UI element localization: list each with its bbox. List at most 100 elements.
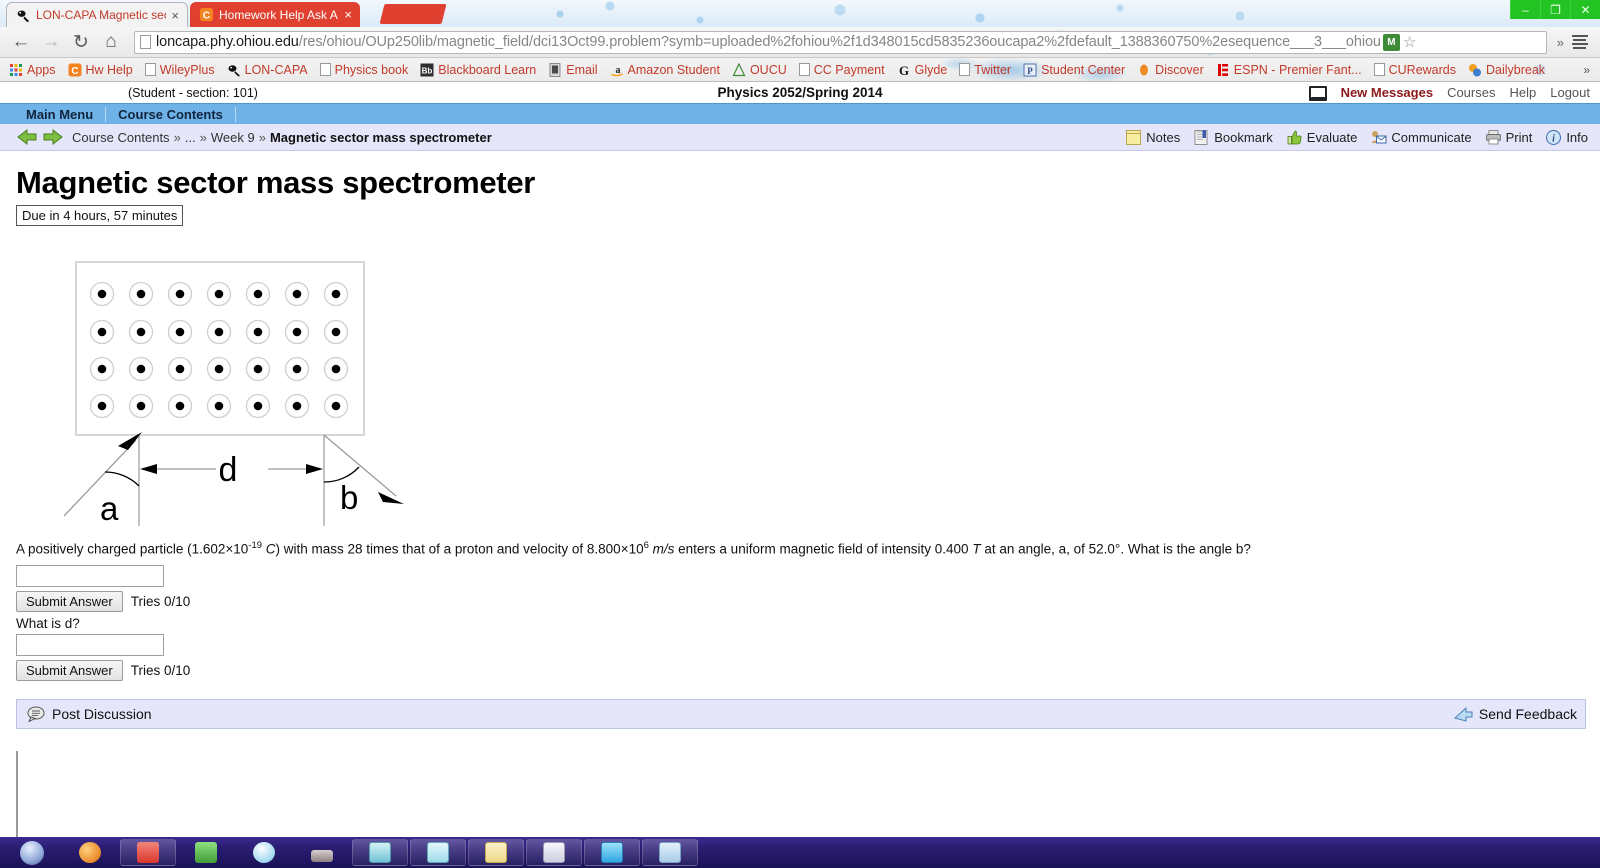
- url-text: loncapa.phy.ohiou.edu/res/ohiou/OUp250li…: [156, 34, 1381, 50]
- back-icon[interactable]: ←: [6, 28, 36, 56]
- due-date-badge: Due in 4 hours, 57 minutes: [16, 205, 184, 226]
- bookmark-label: Apps: [27, 62, 56, 77]
- browser-tab-homework-help[interactable]: C Homework Help Ask A Qu ×: [190, 2, 360, 27]
- bookmark-espn[interactable]: ESPN - Premier Fant...: [1211, 60, 1367, 80]
- tool-notes[interactable]: Notes: [1125, 129, 1180, 146]
- discussion-icon: [27, 706, 45, 723]
- browser-tab-loncapa[interactable]: LON-CAPA Magnetic sect ×: [6, 2, 188, 27]
- new-messages-link[interactable]: New Messages: [1341, 85, 1434, 100]
- taskbar-item-window-pale[interactable]: [642, 839, 698, 866]
- back-arrow-icon[interactable]: [16, 127, 38, 147]
- tool-bookmark[interactable]: Bookmark: [1193, 129, 1273, 146]
- taskbar-item-window-skyblue[interactable]: [584, 839, 640, 866]
- svg-text:C: C: [203, 10, 211, 21]
- tool-info[interactable]: i Info: [1545, 129, 1588, 146]
- bookmark-label: Email: [566, 62, 598, 77]
- bookmark-email[interactable]: Email: [543, 60, 602, 80]
- bookmark-physics-book[interactable]: Physics book: [315, 60, 414, 80]
- breadcrumb-ellipsis[interactable]: ...: [185, 130, 196, 145]
- page-icon: [798, 63, 810, 76]
- bookmark-oucu[interactable]: OUCU: [727, 60, 792, 80]
- extension-badge-icon[interactable]: M: [1382, 33, 1400, 51]
- close-window-button[interactable]: ✕: [1570, 0, 1600, 19]
- send-feedback-label[interactable]: Send Feedback: [1479, 706, 1577, 722]
- send-feedback-area[interactable]: Send Feedback: [1453, 706, 1577, 722]
- bookmarks-overflow-icon[interactable]: »: [1583, 63, 1590, 77]
- bookmark-twitter[interactable]: Twitter: [954, 60, 1016, 80]
- taskbar-item-window-white[interactable]: [526, 839, 582, 866]
- breadcrumb-week[interactable]: Week 9: [211, 130, 255, 145]
- remote-control-icon[interactable]: [1308, 85, 1327, 101]
- bookmark-curewards[interactable]: CURewards: [1369, 60, 1461, 80]
- tool-evaluate[interactable]: Evaluate: [1286, 129, 1357, 146]
- home-icon[interactable]: ⌂: [96, 28, 126, 56]
- tries-counter-1: Tries 0/10: [130, 594, 191, 610]
- angle-a-arc: [104, 471, 140, 487]
- url-host: loncapa.phy.ohiou.edu: [156, 34, 299, 50]
- chrome-menu-icon[interactable]: [1572, 35, 1588, 49]
- breadcrumb-root[interactable]: Course Contents: [72, 130, 170, 145]
- dailybreak-icon: [1469, 63, 1481, 76]
- help-link[interactable]: Help: [1509, 85, 1536, 100]
- bookmark-lon-capa[interactable]: LON-CAPA: [222, 60, 313, 80]
- courses-link[interactable]: Courses: [1447, 85, 1495, 100]
- tab-title: LON-CAPA Magnetic sect: [36, 8, 167, 22]
- page-info-icon[interactable]: [140, 35, 151, 49]
- question-part-2-visible: ) with mass 28 times that of a proton an…: [275, 541, 644, 557]
- logout-link[interactable]: Logout: [1550, 85, 1590, 100]
- answer-input-2[interactable]: [16, 634, 164, 657]
- submit-answer-button-2[interactable]: Submit Answer: [16, 660, 123, 682]
- bookmark-hw-help[interactable]: C Hw Help: [63, 60, 138, 80]
- minimize-button[interactable]: –: [1510, 0, 1540, 19]
- google-g-icon: G: [899, 63, 909, 77]
- notes-icon: [1126, 129, 1142, 145]
- close-icon[interactable]: ×: [344, 8, 352, 21]
- printer-icon: [1485, 129, 1501, 144]
- bookmark-blackboard-learn[interactable]: Bb Blackboard Learn: [415, 60, 541, 80]
- taskbar-item-window-yellow[interactable]: [468, 839, 524, 866]
- browser-toolbar: ← → ↻ ⌂ loncapa.phy.ohiou.edu/res/ohiou/…: [0, 27, 1600, 58]
- bookmark-star-icon[interactable]: ☆: [1403, 33, 1416, 51]
- bookmark-student-center[interactable]: P Student Center: [1018, 60, 1130, 80]
- tool-communicate[interactable]: Communicate: [1370, 129, 1472, 146]
- taskbar-item-window-cyan[interactable]: [410, 839, 466, 866]
- bookmark-amazon-student[interactable]: a Amazon Student: [605, 60, 725, 80]
- post-discussion-link[interactable]: Post Discussion: [52, 706, 152, 722]
- loncapa-header: (Student - section: 101) Physics 2052/Sp…: [0, 82, 1600, 103]
- bookmark-dailybreak[interactable]: Dailybreak: [1463, 60, 1550, 80]
- discussion-bar: Post Discussion Send Feedback: [16, 699, 1586, 730]
- forward-icon[interactable]: →: [36, 28, 66, 56]
- taskbar-item-window-teal[interactable]: [352, 839, 408, 866]
- bookmark-wileyplus[interactable]: WileyPlus: [140, 60, 220, 80]
- taskbar-start-orb[interactable]: [4, 839, 60, 866]
- nav-main-menu[interactable]: Main Menu: [14, 107, 105, 122]
- forward-arrow-icon[interactable]: [42, 127, 64, 147]
- taskbar-item-app-green[interactable]: [178, 839, 234, 866]
- page-icon: [1373, 63, 1385, 76]
- address-bar[interactable]: loncapa.phy.ohiou.edu/res/ohiou/OUp250li…: [134, 30, 1547, 54]
- bookmark-label: ESPN - Premier Fant...: [1233, 62, 1362, 77]
- maximize-button[interactable]: ❐: [1540, 0, 1570, 19]
- bookmark-discover[interactable]: Discover: [1132, 60, 1209, 80]
- nav-course-contents[interactable]: Course Contents: [106, 107, 235, 122]
- taskbar-item-app-red[interactable]: [120, 839, 176, 866]
- question-exponent-1: -19: [248, 540, 263, 551]
- submit-answer-button-1[interactable]: Submit Answer: [16, 591, 123, 613]
- tool-print[interactable]: Print: [1485, 129, 1532, 146]
- page-icon: [319, 63, 331, 76]
- new-tab-button[interactable]: [379, 4, 447, 24]
- answer-input-1[interactable]: [16, 565, 164, 588]
- bookmark-label: LON-CAPA: [244, 62, 308, 77]
- toolbar-overflow-icon[interactable]: »: [1553, 35, 1568, 50]
- close-icon[interactable]: ×: [171, 9, 179, 22]
- bookmark-apps[interactable]: Apps: [4, 60, 61, 80]
- taskbar-item-app-blue[interactable]: [236, 839, 292, 866]
- svg-text:i: i: [1552, 133, 1555, 144]
- bookmark-cc-payment[interactable]: CC Payment: [794, 60, 890, 80]
- taskbar-item-app-grey[interactable]: [294, 839, 350, 866]
- taskbar-item-firefox[interactable]: [62, 839, 118, 866]
- reload-icon[interactable]: ↻: [66, 28, 96, 56]
- bookmark-glyde[interactable]: G Glyde: [892, 60, 953, 80]
- question-part-4: at an angle, a, of 52.0°. What is the an…: [980, 541, 1251, 557]
- submit-row-1: Submit Answer Tries 0/10: [16, 591, 1586, 613]
